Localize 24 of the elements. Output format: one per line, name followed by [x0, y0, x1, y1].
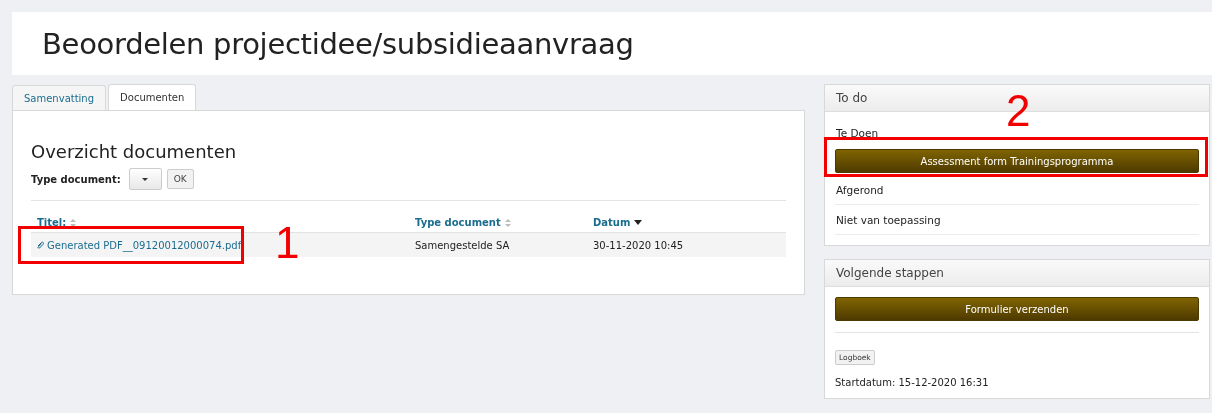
status-label: Afgerond	[835, 175, 1199, 205]
section-heading: Overzicht documenten	[31, 141, 238, 162]
callout-number: 2	[1006, 89, 1031, 133]
ok-button[interactable]: OK	[166, 169, 194, 189]
table-cell: Samengestelde SA	[409, 233, 587, 257]
column-header[interactable]: Datum	[593, 217, 631, 228]
paperclip-icon	[37, 241, 44, 249]
sort-desc-icon[interactable]	[634, 220, 643, 225]
tab[interactable]: Samenvatting	[12, 85, 107, 110]
panel-title: Volgende stappen	[825, 260, 1209, 287]
start-date: Startdatum: 15-12-2020 16:31	[835, 377, 990, 388]
caret-icon	[142, 177, 149, 181]
status-label: Niet van toepassing	[835, 205, 1199, 235]
column-header[interactable]: Titel:	[37, 217, 67, 228]
assessment-button[interactable]: Assessment form Trainingsprogramma	[835, 149, 1199, 173]
sort-icon[interactable]	[70, 218, 77, 227]
table-cell: 30-11-2020 10:45	[587, 233, 786, 257]
status-label: Te Doen	[835, 126, 880, 141]
submit-button[interactable]: Formulier verzenden	[835, 297, 1199, 321]
tab[interactable]: Documenten	[108, 84, 197, 110]
column-header[interactable]: Type document	[415, 217, 501, 228]
filter-label: Type document:	[31, 173, 121, 185]
page-title: Beoordelen projectidee/subsidieaanvraag	[42, 26, 634, 61]
callout-number: 1	[275, 221, 300, 265]
